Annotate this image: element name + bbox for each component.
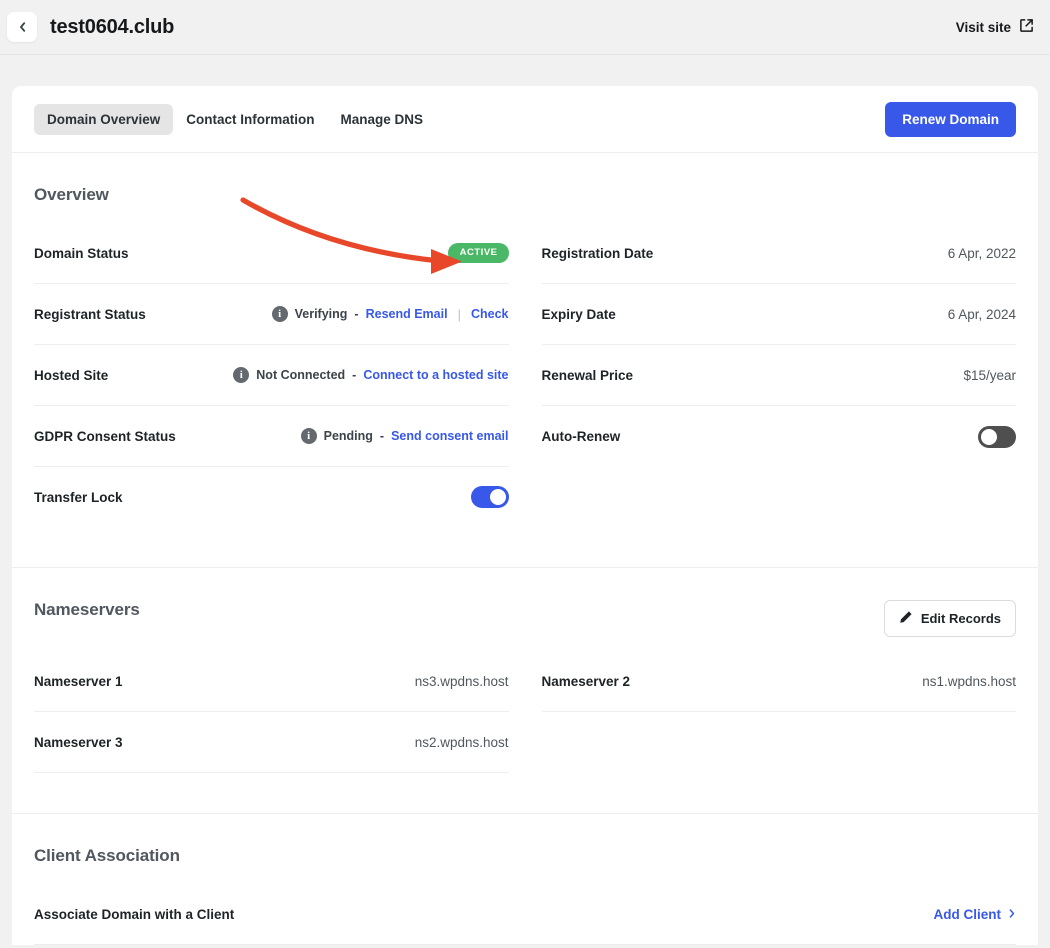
row-registrant-status: Registrant Status i Verifying - Resend E…: [34, 284, 509, 345]
row-expiry-date-label: Expiry Date: [542, 307, 616, 322]
row-registration-date: Registration Date 6 Apr, 2022: [542, 223, 1017, 284]
row-transfer-lock: Transfer Lock: [34, 467, 509, 527]
info-icon[interactable]: i: [301, 428, 317, 444]
row-nameserver-3: Nameserver 3 ns2.wpdns.host: [34, 712, 509, 773]
overview-section-title: Overview: [34, 153, 1016, 223]
row-expiry-date: Expiry Date 6 Apr, 2024: [542, 284, 1017, 345]
back-button[interactable]: [7, 12, 37, 42]
nameservers-bottom-spacer: [34, 773, 1016, 813]
overview-bottom-spacer: [34, 527, 1016, 567]
domain-detail-card: Domain Overview Contact Information Mana…: [12, 86, 1038, 945]
row-hosted-site-label: Hosted Site: [34, 368, 108, 383]
overview-section: Overview Domain Status ACTIVE Registrati…: [12, 153, 1038, 568]
registrant-status-dash: -: [354, 307, 358, 321]
tab-contact-information-label: Contact Information: [186, 112, 314, 127]
registrant-status-text: Verifying: [295, 307, 348, 321]
resend-email-link[interactable]: Resend Email: [366, 307, 448, 321]
external-link-icon: [1019, 18, 1034, 36]
nameservers-grid: Nameserver 1 ns3.wpdns.host Nameserver 2…: [34, 651, 1016, 773]
row-auto-renew-label: Auto-Renew: [542, 429, 621, 444]
row-nameserver-1: Nameserver 1 ns3.wpdns.host: [34, 651, 509, 712]
add-client-link[interactable]: Add Client: [934, 907, 1017, 922]
row-domain-status: Domain Status ACTIVE: [34, 223, 509, 284]
row-nameserver-1-label: Nameserver 1: [34, 674, 123, 689]
edit-records-button[interactable]: Edit Records: [884, 600, 1016, 637]
hosted-site-dash: -: [352, 368, 356, 382]
tab-manage-dns[interactable]: Manage DNS: [328, 104, 437, 135]
row-nameserver-2-label: Nameserver 2: [542, 674, 631, 689]
row-gdpr-consent-label: GDPR Consent Status: [34, 429, 176, 444]
info-icon[interactable]: i: [233, 367, 249, 383]
connect-hosted-site-link[interactable]: Connect to a hosted site: [363, 368, 508, 382]
row-renewal-price: Renewal Price $15/year: [542, 345, 1017, 406]
row-filler: [542, 467, 1017, 527]
tab-domain-overview-label: Domain Overview: [47, 112, 160, 127]
client-association-section-title: Client Association: [34, 814, 1016, 884]
row-nameserver-2-value: ns1.wpdns.host: [922, 674, 1016, 689]
visit-site-label: Visit site: [956, 20, 1011, 35]
gdpr-status-cluster: i Pending - Send consent email: [301, 428, 509, 444]
hosted-site-status-text: Not Connected: [256, 368, 345, 382]
edit-records-label: Edit Records: [921, 611, 1001, 626]
check-link[interactable]: Check: [471, 307, 509, 321]
row-expiry-date-value: 6 Apr, 2024: [948, 307, 1016, 322]
row-nameserver-1-value: ns3.wpdns.host: [415, 674, 509, 689]
tab-bar: Domain Overview Contact Information Mana…: [12, 86, 1038, 153]
row-hosted-site: Hosted Site i Not Connected - Connect to…: [34, 345, 509, 406]
toggle-knob: [490, 489, 506, 505]
nameservers-header: Nameservers Edit Records: [34, 568, 1016, 651]
nameservers-section-title: Nameservers: [34, 600, 140, 620]
registrant-status-cluster: i Verifying - Resend Email | Check: [272, 306, 509, 322]
gdpr-dash: -: [380, 429, 384, 443]
send-consent-email-link[interactable]: Send consent email: [391, 429, 508, 443]
tab-contact-information[interactable]: Contact Information: [173, 104, 327, 135]
page-title: test0604.club: [50, 16, 174, 39]
row-transfer-lock-label: Transfer Lock: [34, 490, 123, 505]
row-nameserver-2: Nameserver 2 ns1.wpdns.host: [542, 651, 1017, 712]
row-registrant-status-label: Registrant Status: [34, 307, 146, 322]
row-associate-domain-label: Associate Domain with a Client: [34, 907, 234, 922]
overview-grid: Domain Status ACTIVE Registration Date 6…: [34, 223, 1016, 527]
chevron-left-icon: [18, 21, 27, 33]
visit-site-link[interactable]: Visit site: [956, 18, 1034, 36]
pencil-icon: [899, 610, 913, 627]
transfer-lock-toggle[interactable]: [471, 486, 509, 508]
row-nameserver-filler: [542, 712, 1017, 773]
link-separator: |: [455, 307, 464, 322]
row-associate-domain-with-client: Associate Domain with a Client Add Clien…: [34, 884, 1016, 945]
row-nameserver-3-value: ns2.wpdns.host: [415, 735, 509, 750]
tab-manage-dns-label: Manage DNS: [341, 112, 424, 127]
row-auto-renew: Auto-Renew: [542, 406, 1017, 467]
row-renewal-price-label: Renewal Price: [542, 368, 634, 383]
toggle-knob: [981, 429, 997, 445]
gdpr-status-text: Pending: [324, 429, 373, 443]
client-association-section: Client Association Associate Domain with…: [12, 814, 1038, 945]
row-domain-status-label: Domain Status: [34, 246, 129, 261]
nameservers-section: Nameservers Edit Records Nameserver 1 ns…: [12, 568, 1038, 814]
tab-domain-overview[interactable]: Domain Overview: [34, 104, 173, 135]
row-renewal-price-value: $15/year: [963, 368, 1016, 383]
add-client-label: Add Client: [934, 907, 1002, 922]
row-registration-date-value: 6 Apr, 2022: [948, 246, 1016, 261]
status-badge: ACTIVE: [448, 243, 509, 262]
auto-renew-toggle[interactable]: [978, 426, 1016, 448]
renew-domain-button[interactable]: Renew Domain: [885, 102, 1016, 137]
row-registration-date-label: Registration Date: [542, 246, 654, 261]
chevron-right-icon: [1008, 907, 1016, 922]
row-gdpr-consent-status: GDPR Consent Status i Pending - Send con…: [34, 406, 509, 467]
row-nameserver-3-label: Nameserver 3: [34, 735, 123, 750]
top-header-bar: test0604.club Visit site: [0, 0, 1050, 55]
hosted-site-status-cluster: i Not Connected - Connect to a hosted si…: [233, 367, 508, 383]
info-icon[interactable]: i: [272, 306, 288, 322]
